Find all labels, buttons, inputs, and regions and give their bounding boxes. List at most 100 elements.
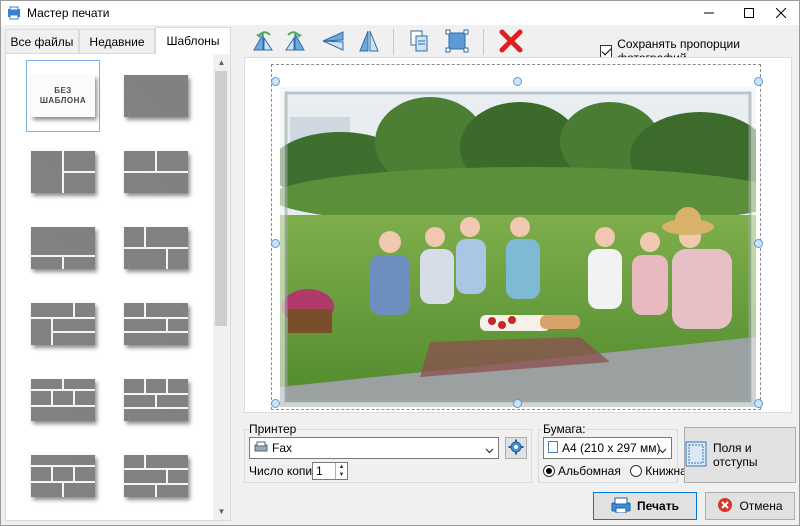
- scroll-down-icon[interactable]: ▼: [213, 503, 230, 520]
- template-item[interactable]: [26, 440, 100, 512]
- page-frame: [271, 64, 761, 410]
- template-preview: [31, 151, 95, 193]
- flip-horizontal-button[interactable]: [317, 27, 349, 57]
- minimize-button[interactable]: [691, 1, 727, 25]
- print-preview: [244, 57, 792, 413]
- template-cell: [31, 303, 73, 317]
- template-item[interactable]: [26, 288, 100, 360]
- close-icon: [776, 8, 786, 18]
- resize-handle-top[interactable]: [513, 77, 522, 86]
- copies-stepper[interactable]: 1 ▲ ▼: [312, 462, 348, 480]
- print-button[interactable]: Печать: [593, 492, 697, 520]
- template-cell: [168, 470, 188, 483]
- close-button[interactable]: [763, 1, 799, 25]
- template-cell: [31, 407, 95, 421]
- paper-select[interactable]: A4 (210 x 297 мм): [543, 437, 672, 459]
- maximize-button[interactable]: [731, 1, 767, 25]
- toolbar-separator: [393, 29, 394, 55]
- template-cell: [157, 485, 188, 497]
- cancel-label: Отмена: [739, 499, 783, 513]
- template-cell: [124, 379, 144, 393]
- template-cell: [124, 409, 188, 421]
- copy-button[interactable]: [403, 27, 435, 57]
- template-cell: [53, 319, 95, 331]
- template-preview: [124, 303, 188, 345]
- template-cell: [124, 173, 188, 193]
- paper-group-label: Бумага:: [543, 422, 586, 436]
- scroll-up-icon[interactable]: ▲: [213, 54, 230, 71]
- template-item[interactable]: [26, 136, 100, 208]
- template-preview: [124, 227, 188, 269]
- template-cell: [124, 455, 144, 468]
- template-cell: [31, 227, 95, 255]
- spin-down-icon[interactable]: ▼: [336, 471, 347, 479]
- printer-settings-button[interactable]: [505, 437, 527, 459]
- templates-scrollbar[interactable]: ▲ ▼: [213, 54, 230, 520]
- template-item[interactable]: [26, 212, 100, 284]
- template-cell: [31, 319, 51, 345]
- rotate-right-button[interactable]: [279, 27, 311, 57]
- resize-handle-right[interactable]: [754, 239, 763, 248]
- template-item[interactable]: [26, 364, 100, 436]
- copies-spin-buttons[interactable]: ▲ ▼: [335, 463, 347, 479]
- source-tabs: Все файлы Недавние Шаблоны: [5, 27, 231, 54]
- maximize-icon: [744, 8, 754, 18]
- template-cell: [146, 227, 188, 247]
- rotate-left-button[interactable]: [247, 27, 279, 57]
- template-item[interactable]: [119, 364, 193, 436]
- fit-frame-button[interactable]: [441, 27, 473, 57]
- print-label: Печать: [637, 499, 679, 513]
- template-cell: [124, 319, 166, 331]
- template-item[interactable]: [119, 212, 193, 284]
- gear-icon: [508, 439, 524, 458]
- tab-templates[interactable]: Шаблоны: [155, 27, 231, 54]
- template-item[interactable]: [119, 136, 193, 208]
- toolbar-separator: [483, 29, 484, 55]
- tab-recent[interactable]: Недавние: [79, 29, 155, 53]
- minimize-icon: [704, 8, 714, 18]
- resize-handle-top-right[interactable]: [754, 77, 763, 86]
- resize-handle-bottom-right[interactable]: [754, 399, 763, 408]
- template-none[interactable]: БЕЗ ШАБЛОНА: [26, 60, 100, 132]
- printer-select[interactable]: Fax: [249, 437, 499, 459]
- resize-handle-bottom[interactable]: [513, 399, 522, 408]
- cancel-button[interactable]: Отмена: [705, 492, 795, 520]
- template-cell: [31, 379, 62, 389]
- delete-icon: [498, 28, 524, 57]
- template-cell: [124, 75, 188, 117]
- template-cell: [157, 395, 188, 407]
- printer-icon: [611, 497, 631, 516]
- chevron-down-icon: [485, 444, 494, 458]
- template-cell: [75, 391, 95, 405]
- template-cell: [124, 303, 144, 317]
- template-cell: [124, 333, 188, 345]
- margins-button[interactable]: Поля и отступы: [684, 427, 796, 483]
- resize-handle-top-left[interactable]: [271, 77, 280, 86]
- paper-value: A4 (210 x 297 мм): [562, 441, 661, 455]
- delete-button[interactable]: [495, 27, 527, 57]
- template-item[interactable]: [119, 288, 193, 360]
- template-cell: [168, 249, 188, 269]
- chevron-down-icon: [658, 444, 667, 458]
- template-preview: [124, 75, 188, 117]
- template-item[interactable]: [119, 440, 193, 512]
- template-cell: [124, 470, 166, 483]
- template-cell: [124, 249, 166, 269]
- photo-preview[interactable]: [280, 87, 756, 407]
- template-cell: [31, 467, 51, 481]
- resize-handle-left[interactable]: [271, 239, 280, 248]
- rotate-right-icon: [282, 28, 308, 57]
- template-cell: [53, 391, 73, 405]
- printer-icon: [254, 441, 268, 456]
- tab-all-files[interactable]: Все файлы: [5, 29, 79, 53]
- flip-vertical-button[interactable]: [353, 27, 385, 57]
- scroll-thumb[interactable]: [215, 71, 227, 326]
- orientation-landscape-radio[interactable]: Альбомная: [543, 464, 621, 478]
- template-cell: [31, 151, 62, 193]
- template-item[interactable]: [119, 60, 193, 132]
- spin-up-icon[interactable]: ▲: [336, 463, 347, 471]
- resize-handle-bottom-left[interactable]: [271, 399, 280, 408]
- templates-grid: БЕЗ ШАБЛОНА: [10, 58, 214, 516]
- template-cell: [64, 151, 95, 171]
- keep-ratio-checkbox[interactable]: [600, 44, 613, 58]
